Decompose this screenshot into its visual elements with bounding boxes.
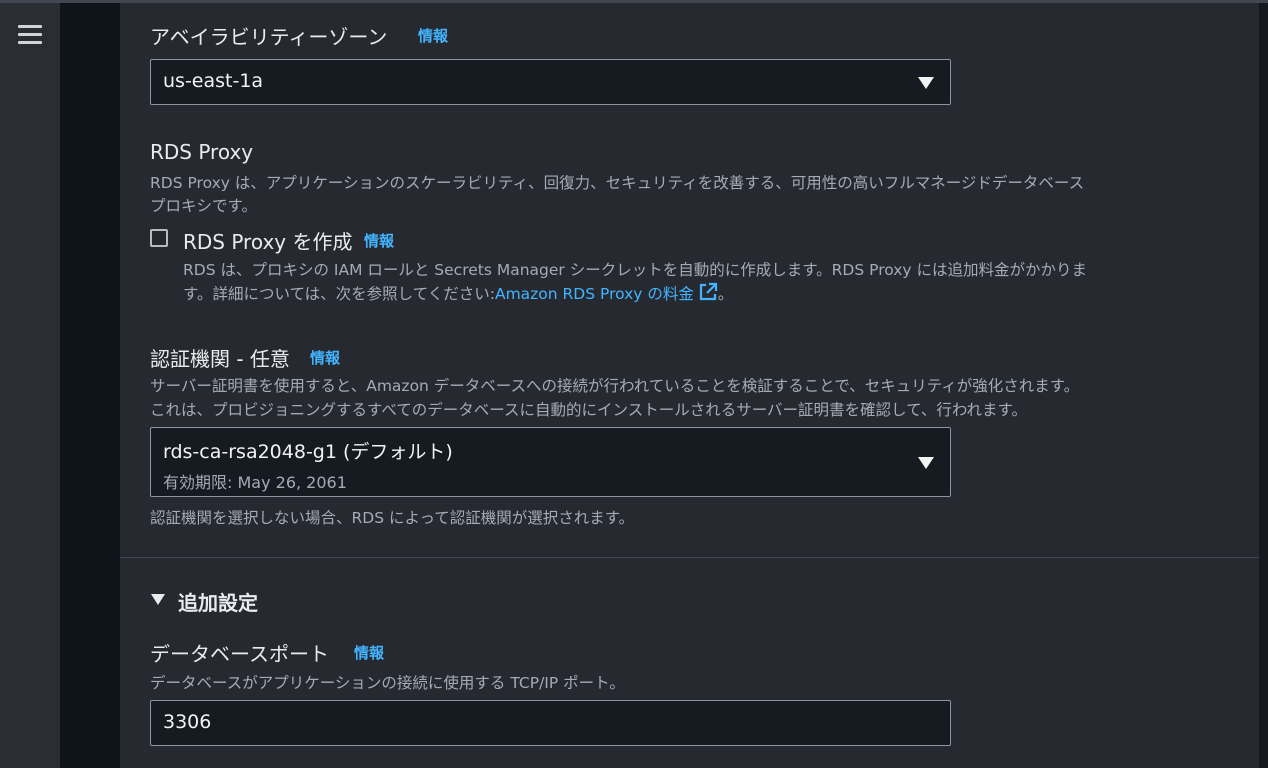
cert-authority-info-link[interactable]: 情報 [310, 347, 340, 368]
availability-zone-info-link[interactable]: 情報 [418, 25, 448, 46]
rds-proxy-desc-line1: RDS Proxy は、アプリケーションのスケーラビリティ、回復力、セキュリティ… [150, 174, 1085, 192]
hamburger-menu-icon[interactable] [18, 25, 42, 47]
cert-authority-help: 認証機関を選択しない場合、RDS によって認証機関が選択されます。 [150, 509, 635, 527]
rds-proxy-checkbox-label[interactable]: RDS Proxy を作成 [183, 226, 353, 255]
rds-proxy-title: RDS Proxy [150, 140, 254, 164]
rds-proxy-note-line2: す。詳細については、次を参照してください:Amazon RDS Proxy の料… [183, 282, 733, 304]
right-gutter [1259, 3, 1268, 768]
cert-authority-desc-line2: これは、プロビジョニングするすべてのデータベースに自動的にインストールされるサー… [150, 401, 1027, 419]
database-port-desc: データベースがアプリケーションの接続に使用する TCP/IP ポート。 [150, 674, 625, 692]
database-port-info-link[interactable]: 情報 [354, 642, 384, 663]
database-port-value: 3306 [163, 711, 212, 733]
rds-proxy-pricing-link[interactable]: Amazon RDS Proxy の料金 [495, 285, 694, 303]
rds-proxy-info-link[interactable]: 情報 [364, 230, 394, 251]
caret-down-icon [918, 77, 934, 89]
rds-proxy-note-line1: RDS は、プロキシの IAM ロールと Secrets Manager シーク… [183, 261, 1088, 279]
external-link-icon[interactable] [698, 282, 718, 302]
rds-proxy-note-prefix: す。詳細については、次を参照してください: [183, 285, 495, 303]
availability-zone-label: アベイラビリティーゾーン [150, 25, 388, 49]
rds-proxy-checkbox[interactable] [150, 229, 168, 247]
cert-authority-expiry: 有効期限: May 26, 2061 [163, 473, 347, 492]
caret-down-icon [918, 457, 934, 469]
availability-zone-select[interactable]: us-east-1a [150, 59, 951, 105]
section-divider [120, 557, 1259, 558]
rds-proxy-desc-line2: プロキシです。 [150, 197, 257, 215]
database-port-label: データベースポート [150, 642, 329, 666]
cert-authority-label: 認証機関 - 任意 [150, 347, 290, 371]
cert-authority-select[interactable]: rds-ca-rsa2048-g1 (デフォルト) 有効期限: May 26, … [150, 427, 951, 497]
nav-gutter [60, 3, 120, 768]
cert-authority-desc-line1: サーバー証明書を使用すると、Amazon データベースへの接続が行われていること… [150, 377, 1080, 395]
side-nav [0, 3, 60, 768]
additional-settings-toggle[interactable]: 追加設定 [178, 587, 258, 616]
rds-proxy-note-suffix: 。 [717, 285, 734, 303]
expand-caret-icon[interactable] [151, 594, 165, 605]
database-port-input[interactable]: 3306 [150, 700, 951, 746]
availability-zone-value: us-east-1a [163, 70, 264, 92]
cert-authority-value: rds-ca-rsa2048-g1 (デフォルト) [163, 441, 453, 463]
